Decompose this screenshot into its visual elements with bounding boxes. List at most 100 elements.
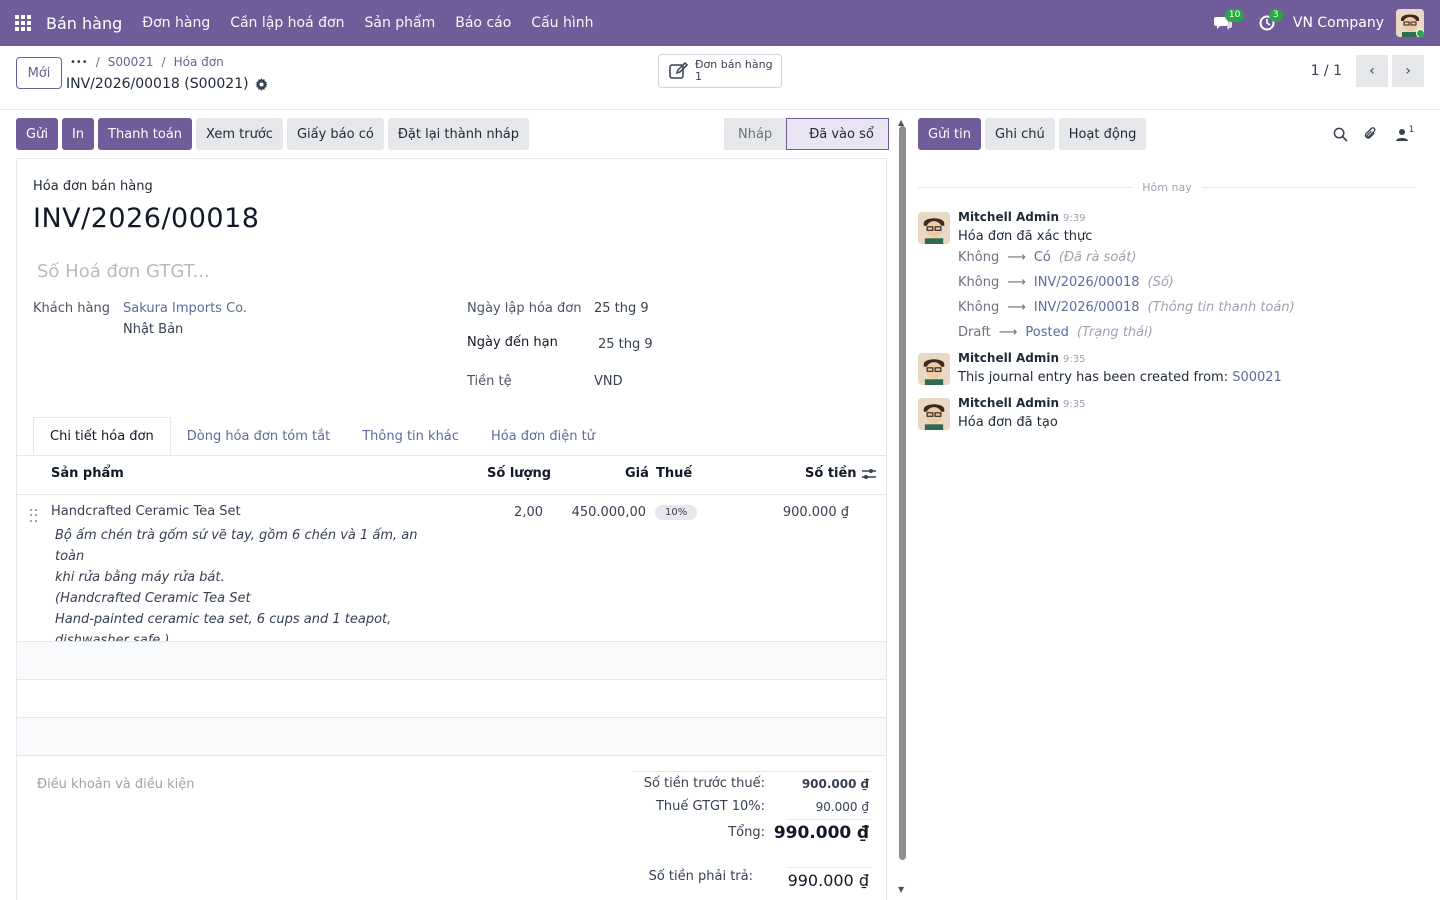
line-price[interactable]: 450.000,00 — [567, 505, 646, 520]
message-author[interactable]: Mitchell Admin 9:39 — [958, 210, 1086, 224]
followers-button[interactable]: 1 — [1392, 124, 1418, 144]
breadcrumb: ••• / S00021 / Hóa đơn — [70, 55, 224, 69]
user-icon — [1395, 128, 1408, 141]
author-name[interactable]: Mitchell Admin — [958, 351, 1059, 365]
tab-other-info[interactable]: Thông tin khác — [346, 417, 475, 455]
menu-products[interactable]: Sản phẩm — [364, 15, 435, 31]
tracking-new-value: INV/2026/00018 — [1033, 275, 1140, 290]
customer-link[interactable]: Sakura Imports Co. — [123, 301, 247, 316]
customer-country: Nhật Bản — [123, 322, 184, 337]
status-draft[interactable]: Nháp — [724, 118, 787, 150]
send-message-button[interactable]: Gửi tin — [918, 118, 982, 150]
print-button[interactable]: In — [61, 118, 95, 150]
chevron-left-icon: ‹ — [1369, 63, 1375, 79]
apps-menu-icon[interactable] — [0, 0, 46, 46]
currency-label: Tiền tệ — [467, 374, 512, 389]
author-name[interactable]: Mitchell Admin — [958, 210, 1059, 224]
activity-button[interactable]: Hoạt động — [1058, 118, 1147, 150]
line-description[interactable]: Bộ ấm chén trà gốm sứ vẽ tay, gồm 6 chén… — [55, 525, 435, 651]
due-divider — [787, 867, 872, 868]
arrow-right-icon: ⟶ — [1007, 275, 1026, 290]
due-date-field[interactable]: 25 thg 9 — [598, 337, 653, 352]
line-amount: 900.000 ₫ — [782, 505, 849, 520]
pager-next-button[interactable]: › — [1392, 55, 1424, 87]
preview-button[interactable]: Xem trước — [196, 118, 283, 150]
menu-orders[interactable]: Đơn hàng — [142, 15, 210, 31]
activities-button[interactable]: 3 — [1249, 0, 1285, 46]
menu-configuration[interactable]: Cấu hình — [531, 15, 593, 31]
app-brand[interactable]: Bán hàng — [46, 14, 122, 33]
user-avatar[interactable] — [1396, 9, 1424, 37]
menu-reports[interactable]: Báo cáo — [455, 15, 511, 31]
tab-invoice-lines[interactable]: Chi tiết hóa đơn — [33, 417, 171, 455]
drag-handle-icon[interactable] — [30, 509, 38, 523]
today-label: Hôm nay — [1142, 180, 1192, 194]
messages-button[interactable]: 10 — [1205, 0, 1245, 46]
invoice-number: INV/2026/00018 — [33, 203, 260, 234]
column-price[interactable]: Giá — [625, 466, 649, 481]
breadcrumb-invoices[interactable]: Hóa đơn — [174, 55, 224, 69]
new-button[interactable]: Mới — [16, 57, 62, 89]
user-avatar-icon — [918, 353, 950, 385]
status-bar: Nháp Đã vào sổ — [724, 118, 889, 150]
reset-to-draft-button[interactable]: Đặt lại thành nháp — [387, 118, 530, 150]
register-payment-button[interactable]: Thanh toán — [98, 118, 193, 150]
pager-value[interactable]: 1 / 1 — [1311, 63, 1342, 79]
tab-e-invoice[interactable]: Hóa đơn điện tử — [475, 417, 611, 455]
chatter-actions: Gửi tin Ghi chú Hoạt động — [918, 118, 1147, 150]
message-author[interactable]: Mitchell Admin 9:35 — [958, 396, 1086, 410]
message-author-avatar[interactable] — [918, 212, 950, 244]
column-quantity[interactable]: Số lượng — [487, 466, 551, 481]
breadcrumb-more[interactable]: ••• — [70, 57, 88, 68]
form-scrollbar[interactable]: ▲ ▼ — [898, 118, 908, 900]
author-name[interactable]: Mitchell Admin — [958, 396, 1059, 410]
record-title: INV/2026/00018 (S00021) — [66, 76, 268, 92]
customer-label: Khách hàng — [33, 301, 110, 316]
total-divider — [787, 819, 872, 820]
line-product-link[interactable]: Handcrafted Ceramic Tea Set — [51, 504, 241, 519]
tab-divider — [17, 455, 886, 456]
vat-amount: 90.000 ₫ — [815, 800, 869, 814]
credit-note-button[interactable]: Giấy báo có — [286, 118, 384, 150]
sale-order-link[interactable]: S00021 — [1232, 370, 1282, 385]
column-amount[interactable]: Số tiền — [805, 466, 857, 481]
gear-icon[interactable] — [254, 77, 268, 91]
terms-and-conditions-input[interactable]: Điều khoản và điều kiện — [37, 777, 195, 792]
header-divider — [17, 494, 886, 495]
column-product[interactable]: Sản phẩm — [51, 466, 124, 481]
tracking-new-value: Có — [1033, 250, 1051, 265]
send-button[interactable]: Gửi — [16, 118, 58, 150]
message-author-avatar[interactable] — [918, 353, 950, 385]
invoice-date-field[interactable]: 25 thg 9 — [594, 301, 649, 316]
untaxed-amount: 900.000 ₫ — [801, 777, 869, 791]
scrollbar-thumb[interactable] — [899, 126, 906, 860]
smart-button-label: Đơn bán hàng — [695, 58, 773, 71]
pager: 1 / 1 ‹ › — [1311, 55, 1424, 87]
vat-invoice-number-input[interactable]: Số Hoá đơn GTGT... — [37, 261, 210, 282]
message-author-avatar[interactable] — [918, 398, 950, 430]
tracking-new-value: INV/2026/00018 — [1033, 300, 1140, 315]
pager-previous-button[interactable]: ‹ — [1356, 55, 1388, 87]
menu-to-invoice[interactable]: Cần lập hoá đơn — [230, 15, 344, 31]
tracking-field-name: (Số) — [1147, 275, 1174, 290]
message-time: 9:39 — [1063, 213, 1086, 224]
sale-order-smart-button[interactable]: Đơn bán hàng 1 — [658, 54, 782, 88]
document-type-label: Hóa đơn bán hàng — [33, 179, 153, 194]
log-note-button[interactable]: Ghi chú — [985, 118, 1055, 150]
column-settings-icon[interactable] — [861, 467, 877, 481]
breadcrumb-sale-order[interactable]: S00021 — [108, 55, 154, 69]
message-author[interactable]: Mitchell Admin 9:35 — [958, 351, 1086, 365]
search-messages-button[interactable] — [1330, 124, 1350, 144]
line-tax-badge[interactable]: 10% — [655, 505, 698, 520]
attachments-button[interactable] — [1360, 124, 1380, 144]
invoice-date-label: Ngày lập hóa đơn — [467, 301, 582, 316]
status-posted[interactable]: Đã vào sổ — [786, 118, 889, 150]
line-quantity[interactable]: 2,00 — [487, 505, 543, 520]
tab-summary-lines[interactable]: Dòng hóa đơn tóm tắt — [171, 417, 346, 455]
vat-label: Thuế GTGT 10%: — [655, 799, 765, 814]
currency-field[interactable]: VND — [594, 374, 623, 389]
column-tax[interactable]: Thuế — [656, 466, 692, 481]
company-switcher[interactable]: VN Company — [1293, 15, 1384, 31]
tracking-old-value: Draft — [958, 325, 991, 340]
scroll-down-icon[interactable]: ▼ — [898, 885, 904, 894]
